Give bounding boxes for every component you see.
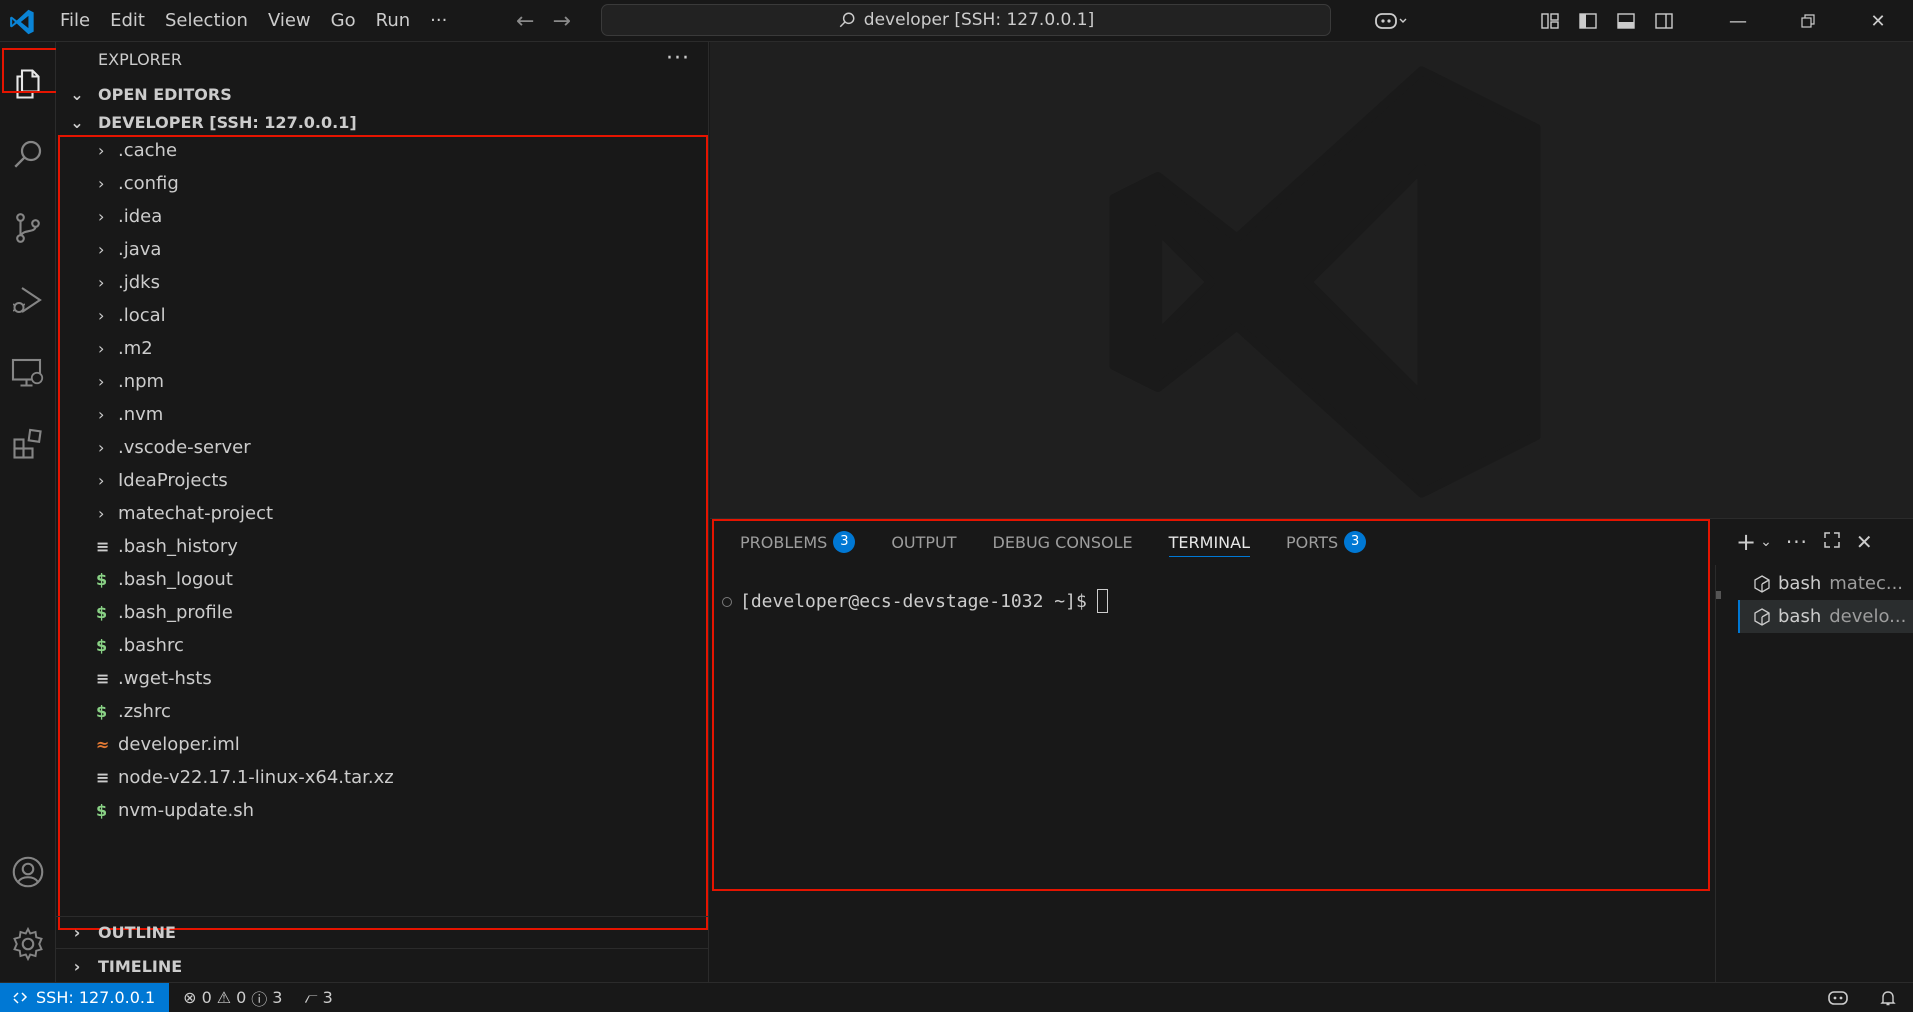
terminal-highlight <box>712 519 1710 891</box>
chevron-right-icon: › <box>73 956 81 976</box>
copilot-icon[interactable] <box>1361 0 1421 42</box>
toggle-panel-icon[interactable] <box>1607 0 1645 42</box>
outline-section[interactable]: › OUTLINE <box>56 916 709 948</box>
vscode-logo-icon <box>10 9 34 35</box>
title-bar: File Edit Selection View Go Run ··· ← → … <box>0 0 1913 42</box>
extensions-icon[interactable] <box>0 416 56 472</box>
run-debug-icon[interactable] <box>0 272 56 328</box>
status-bar: SSH: 127.0.0.1 ⊗ 0 ⚠ 0 ⓘ 3 ⦧ 3 <box>0 982 1913 1012</box>
menu-bar: File Edit Selection View Go Run ··· <box>50 0 457 42</box>
notifications-bell-icon[interactable] <box>1879 989 1897 1007</box>
menu-file[interactable]: File <box>50 0 100 42</box>
chevron-right-icon: › <box>73 922 81 942</box>
terminal-cube-icon <box>1754 574 1770 593</box>
customize-layout-icon[interactable] <box>1531 0 1569 42</box>
back-arrow-icon[interactable]: ← <box>516 9 534 34</box>
bottom-panel: PROBLEMS 3 OUTPUT DEBUG CONSOLE TERMINAL… <box>710 518 1913 983</box>
activity-bar <box>0 42 58 982</box>
ports-status[interactable]: ⦧ 3 <box>304 988 332 1008</box>
command-center[interactable]: developer [SSH: 127.0.0.1] <box>601 4 1331 36</box>
explorer-header: EXPLORER <box>56 42 709 76</box>
menu-selection[interactable]: Selection <box>155 0 258 42</box>
explorer-title: EXPLORER <box>98 49 182 69</box>
copilot-status-icon[interactable] <box>1827 989 1849 1007</box>
restore-icon[interactable] <box>1773 0 1843 42</box>
minimize-icon[interactable]: — <box>1703 0 1773 42</box>
error-icon: ⊗ <box>183 988 197 1007</box>
close-panel-icon[interactable]: ✕ <box>1856 530 1873 554</box>
terminal-tabs-list: bash matec... bash develo... <box>1738 567 1913 633</box>
menu-go[interactable]: Go <box>321 0 366 42</box>
divider <box>56 948 709 949</box>
info-icon: ⓘ <box>251 989 268 1009</box>
more-actions-icon[interactable]: ··· <box>1786 530 1808 554</box>
menu-more[interactable]: ··· <box>420 0 457 42</box>
command-center-label: developer [SSH: 127.0.0.1] <box>863 10 1095 30</box>
terminal-cube-icon <box>1754 607 1770 626</box>
menu-run[interactable]: Run <box>366 0 421 42</box>
forward-arrow-icon[interactable]: → <box>552 9 570 34</box>
explorer-sidebar: EXPLORER ··· ⌄ OPEN EDITORS ⌄ DEVELOPER … <box>56 42 709 982</box>
status-right <box>1827 983 1897 1012</box>
terminal-scrollbar[interactable] <box>1716 591 1721 599</box>
settings-gear-icon[interactable] <box>0 916 56 972</box>
outline-label: OUTLINE <box>98 922 176 942</box>
terminal-tab[interactable]: bash matec... <box>1738 567 1913 600</box>
open-editors-label: OPEN EDITORS <box>98 84 232 104</box>
broadcast-icon: ⦧ <box>304 987 318 1007</box>
source-control-icon[interactable] <box>0 200 56 256</box>
new-terminal-icon[interactable]: + <box>1736 528 1756 556</box>
chevron-down-icon: ⌄ <box>70 84 84 104</box>
remote-icon <box>13 991 28 1004</box>
chevron-down-icon[interactable]: ⌄ <box>1760 534 1772 550</box>
toggle-primary-sidebar-icon[interactable] <box>1569 0 1607 42</box>
search-icon[interactable] <box>0 126 56 182</box>
menu-view[interactable]: View <box>258 0 321 42</box>
maximize-panel-icon[interactable] <box>1822 530 1842 555</box>
chevron-down-icon: ⌄ <box>70 112 84 132</box>
close-icon[interactable]: ✕ <box>1843 0 1913 42</box>
nav-arrows: ← → <box>516 0 571 42</box>
workspace-label: DEVELOPER [SSH: 127.0.0.1] <box>98 112 357 132</box>
terminal-tab[interactable]: bash develo... <box>1738 600 1913 633</box>
toggle-secondary-sidebar-icon[interactable] <box>1645 0 1683 42</box>
title-right-controls: — ✕ <box>1361 0 1913 42</box>
remote-explorer-icon[interactable] <box>0 344 56 400</box>
vscode-watermark-icon <box>1109 66 1541 498</box>
menu-edit[interactable]: Edit <box>100 0 155 42</box>
search-icon <box>839 12 855 28</box>
remote-label: SSH: 127.0.0.1 <box>36 988 156 1007</box>
panel-actions: + ⌄ ··· ✕ <box>1736 519 1873 565</box>
explorer-more-actions-icon[interactable]: ··· <box>666 46 690 71</box>
warning-icon: ⚠ <box>216 988 232 1007</box>
explorer-highlight <box>2 48 58 93</box>
problems-status[interactable]: ⊗ 0 ⚠ 0 ⓘ 3 <box>183 986 282 1010</box>
timeline-section[interactable]: › TIMELINE <box>56 950 709 982</box>
workspace-highlight <box>58 135 708 930</box>
divider <box>1715 565 1716 983</box>
remote-indicator[interactable]: SSH: 127.0.0.1 <box>0 982 170 1012</box>
editor-area <box>710 42 1913 518</box>
timeline-label: TIMELINE <box>98 956 183 976</box>
account-icon[interactable] <box>0 844 56 900</box>
